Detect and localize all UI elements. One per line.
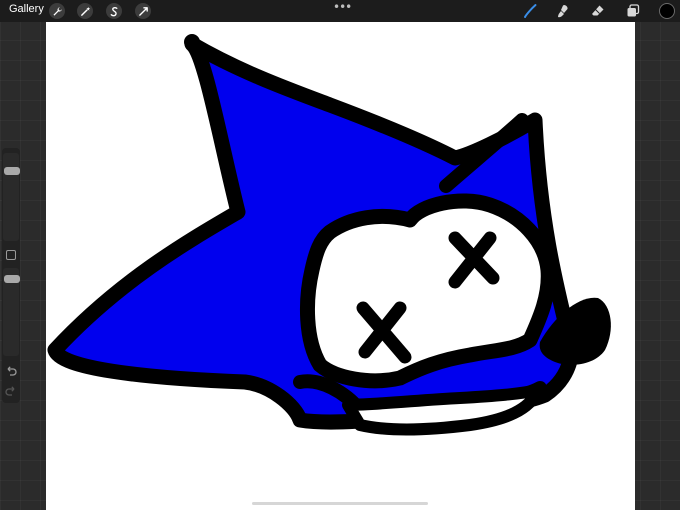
opacity-knob[interactable] [4,275,20,283]
opacity-slider[interactable] [3,268,20,356]
undo-icon[interactable] [4,364,18,378]
selection-icon[interactable] [106,3,122,19]
modify-button[interactable] [6,250,16,260]
brush-icon[interactable] [522,3,538,19]
home-indicator[interactable] [252,502,428,505]
magic-wand-icon[interactable] [77,3,93,19]
eraser-icon[interactable] [590,3,606,19]
color-picker-button[interactable] [659,3,675,19]
top-toolbar: Gallery ••• [0,0,680,22]
wrench-icon[interactable] [49,3,65,19]
hedgehog-drawing [47,34,611,436]
gallery-button[interactable]: Gallery [9,3,44,15]
brush-sidebar [2,148,20,403]
brush-size-knob[interactable] [4,167,20,175]
eye-patch [299,193,556,389]
redo-icon[interactable] [4,384,18,398]
more-menu-handle[interactable]: ••• [333,0,352,14]
drawing-canvas[interactable] [46,22,635,510]
transform-icon[interactable] [135,3,151,19]
layers-icon[interactable] [625,3,641,19]
smudge-icon[interactable] [555,3,571,19]
brush-size-slider[interactable] [3,153,20,241]
